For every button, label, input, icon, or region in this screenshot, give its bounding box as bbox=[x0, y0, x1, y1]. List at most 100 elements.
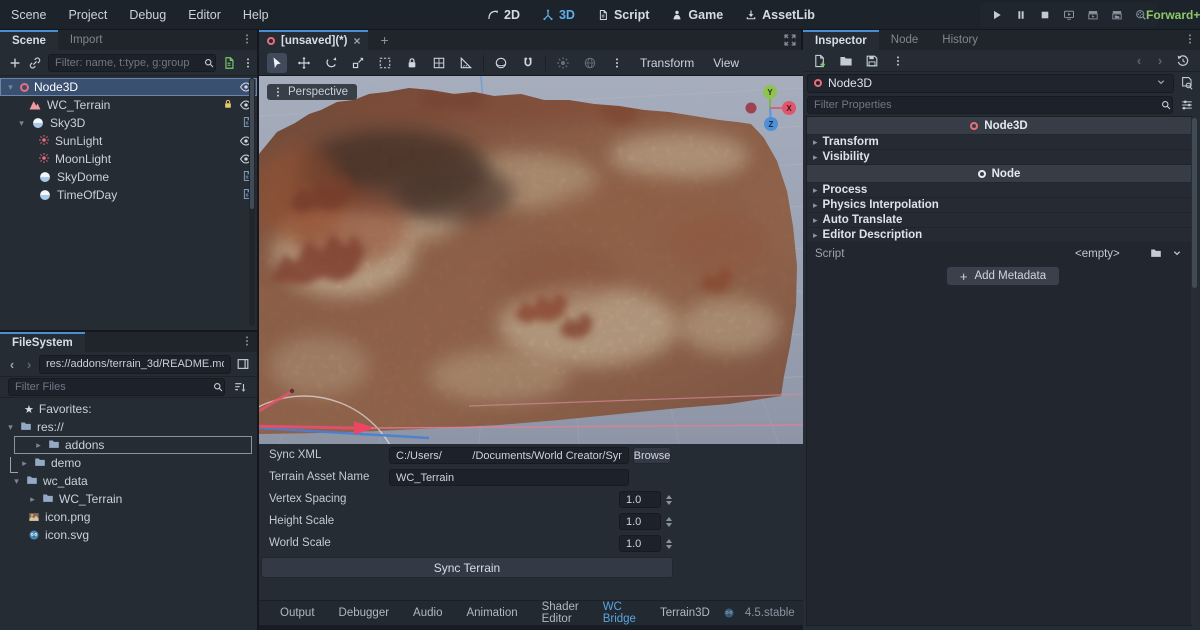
scene-more-icon[interactable] bbox=[242, 54, 254, 72]
new-resource-icon[interactable] bbox=[811, 52, 829, 70]
fs-row-wc-data[interactable]: ▾ wc_data bbox=[0, 472, 257, 490]
bottom-tab-debugger[interactable]: Debugger bbox=[328, 607, 401, 619]
transform-menu[interactable]: Transform bbox=[634, 56, 700, 70]
split-view-icon[interactable] bbox=[234, 355, 252, 373]
script-value[interactable]: <empty> bbox=[1075, 248, 1120, 260]
world-scale-spinner[interactable]: 1.0 bbox=[619, 535, 661, 552]
nav-back-icon[interactable]: ‹ bbox=[5, 357, 19, 372]
nav-forward-icon[interactable]: › bbox=[22, 357, 36, 372]
box-select-icon[interactable] bbox=[375, 53, 395, 73]
script-load-folder-icon[interactable] bbox=[1150, 247, 1162, 262]
spinner-arrows[interactable] bbox=[663, 535, 675, 552]
tree-row-timeofday[interactable]: TimeOfDay bbox=[0, 186, 257, 204]
workspace-2d-button[interactable]: 2D bbox=[478, 0, 529, 30]
preview-camera-icon[interactable] bbox=[491, 53, 511, 73]
workspace-assetlib-button[interactable]: AssetLib bbox=[736, 0, 824, 30]
history-back-icon[interactable]: ‹ bbox=[1132, 53, 1146, 68]
section-visibility[interactable]: ▸Visibility bbox=[807, 150, 1191, 165]
camera-options-icon[interactable] bbox=[607, 53, 627, 73]
sync-terrain-button[interactable]: Sync Terrain bbox=[261, 557, 673, 578]
fs-row-wc-terrain[interactable]: ▸ WC_Terrain bbox=[0, 490, 257, 508]
bottom-tab-output[interactable]: Output bbox=[269, 607, 326, 619]
tree-row-sunlight[interactable]: SunLight bbox=[0, 132, 257, 150]
add-node-icon[interactable] bbox=[8, 54, 22, 72]
tree-row-sky3d[interactable]: ▾ Sky3D bbox=[0, 114, 257, 132]
snap-toggle-icon[interactable] bbox=[518, 53, 538, 73]
sun-preview-icon[interactable] bbox=[553, 53, 573, 73]
sort-options-icon[interactable] bbox=[231, 378, 249, 396]
object-history-icon[interactable] bbox=[1174, 52, 1192, 70]
bottom-tab-terrain3d[interactable]: Terrain3D bbox=[649, 607, 721, 619]
filesystem-path-field[interactable] bbox=[39, 355, 231, 374]
renderer-selector[interactable]: Forward+ bbox=[1146, 0, 1200, 30]
menu-project[interactable]: Project bbox=[57, 0, 118, 30]
node3d-section-header[interactable]: Node3D bbox=[807, 117, 1191, 134]
filesystem-filter-input[interactable] bbox=[9, 381, 212, 393]
ruler-tool-icon[interactable] bbox=[456, 53, 476, 73]
inspector-scrollbar[interactable] bbox=[1191, 116, 1198, 626]
workspace-3d-button[interactable]: 3D bbox=[533, 0, 584, 30]
spinner-arrows[interactable] bbox=[663, 513, 675, 530]
menu-editor[interactable]: Editor bbox=[177, 0, 232, 30]
viewport-3d[interactable]: Y X Z Perspective bbox=[259, 76, 805, 444]
bottom-tab-wc-bridge[interactable]: WC Bridge bbox=[592, 601, 647, 625]
group-node-icon[interactable] bbox=[429, 53, 449, 73]
save-resource-icon[interactable] bbox=[863, 52, 881, 70]
tree-row-moonlight[interactable]: MoonLight bbox=[0, 150, 257, 168]
tab-import[interactable]: Import bbox=[58, 30, 115, 50]
workspace-script-button[interactable]: Script bbox=[588, 0, 658, 30]
remote-debug-icon[interactable] bbox=[1058, 4, 1080, 26]
scene-filter-input[interactable] bbox=[49, 57, 203, 69]
node-selector[interactable]: Node3D bbox=[807, 74, 1174, 93]
new-tab-icon[interactable]: + bbox=[368, 30, 400, 50]
workspace-game-button[interactable]: Game bbox=[662, 0, 732, 30]
play-scene-button[interactable] bbox=[1082, 4, 1104, 26]
section-auto-translate[interactable]: ▸Auto Translate bbox=[807, 213, 1191, 228]
lock-node-icon[interactable] bbox=[402, 53, 422, 73]
load-resource-icon[interactable] bbox=[837, 52, 855, 70]
tree-row-wc-terrain[interactable]: WC_Terrain bbox=[0, 96, 257, 114]
fs-row-icon-png[interactable]: icon.png bbox=[0, 508, 257, 526]
perspective-menu[interactable]: Perspective bbox=[267, 84, 357, 100]
filter-options-icon[interactable] bbox=[1178, 96, 1196, 114]
scene-tree-scrollbar[interactable] bbox=[249, 78, 255, 326]
instance-scene-icon[interactable] bbox=[28, 54, 42, 72]
panel-menu-icon[interactable] bbox=[1184, 33, 1196, 48]
bottom-tab-audio[interactable]: Audio bbox=[402, 607, 453, 619]
add-metadata-button[interactable]: + Add Metadata bbox=[947, 267, 1059, 285]
play-button[interactable] bbox=[986, 4, 1008, 26]
history-forward-icon[interactable]: › bbox=[1153, 53, 1167, 68]
select-tool-icon[interactable] bbox=[267, 53, 287, 73]
property-filter-input[interactable] bbox=[808, 99, 1160, 111]
view-menu[interactable]: View bbox=[707, 56, 745, 70]
bottom-tab-shader-editor[interactable]: Shader Editor bbox=[531, 601, 590, 625]
tab-node[interactable]: Node bbox=[879, 30, 931, 50]
height-scale-spinner[interactable]: 1.0 bbox=[619, 513, 661, 530]
pause-button[interactable] bbox=[1010, 4, 1032, 26]
menu-scene[interactable]: Scene bbox=[0, 0, 57, 30]
menu-help[interactable]: Help bbox=[232, 0, 280, 30]
fs-row-favorites[interactable]: ★ Favorites: bbox=[0, 400, 257, 418]
section-physics-interpolation[interactable]: ▸Physics Interpolation bbox=[807, 198, 1191, 213]
stop-button[interactable] bbox=[1034, 4, 1056, 26]
bottom-tab-animation[interactable]: Animation bbox=[455, 607, 528, 619]
scale-tool-icon[interactable] bbox=[348, 53, 368, 73]
lock-icon[interactable] bbox=[222, 98, 234, 113]
tab-scene[interactable]: Scene bbox=[0, 30, 58, 50]
attach-script-icon[interactable] bbox=[222, 54, 236, 72]
spinner-arrows[interactable] bbox=[663, 491, 675, 508]
script-property-row[interactable]: Script <empty> bbox=[807, 245, 1191, 263]
fs-row-demo[interactable]: ▸ demo bbox=[0, 454, 257, 472]
open-docs-icon[interactable] bbox=[1178, 74, 1196, 92]
tree-row-skydome[interactable]: SkyDome bbox=[0, 168, 257, 186]
tab-history[interactable]: History bbox=[930, 30, 990, 50]
fs-row-icon-svg[interactable]: icon.svg bbox=[0, 526, 257, 544]
close-icon[interactable]: × bbox=[353, 32, 360, 50]
section-transform[interactable]: ▸Transform bbox=[807, 135, 1191, 150]
node-section-header[interactable]: Node bbox=[807, 165, 1191, 182]
panel-menu-icon[interactable] bbox=[241, 335, 253, 350]
terrain-asset-name-input[interactable] bbox=[389, 469, 629, 486]
menu-debug[interactable]: Debug bbox=[118, 0, 177, 30]
resource-more-icon[interactable] bbox=[889, 52, 907, 70]
tab-inspector[interactable]: Inspector bbox=[803, 30, 879, 50]
